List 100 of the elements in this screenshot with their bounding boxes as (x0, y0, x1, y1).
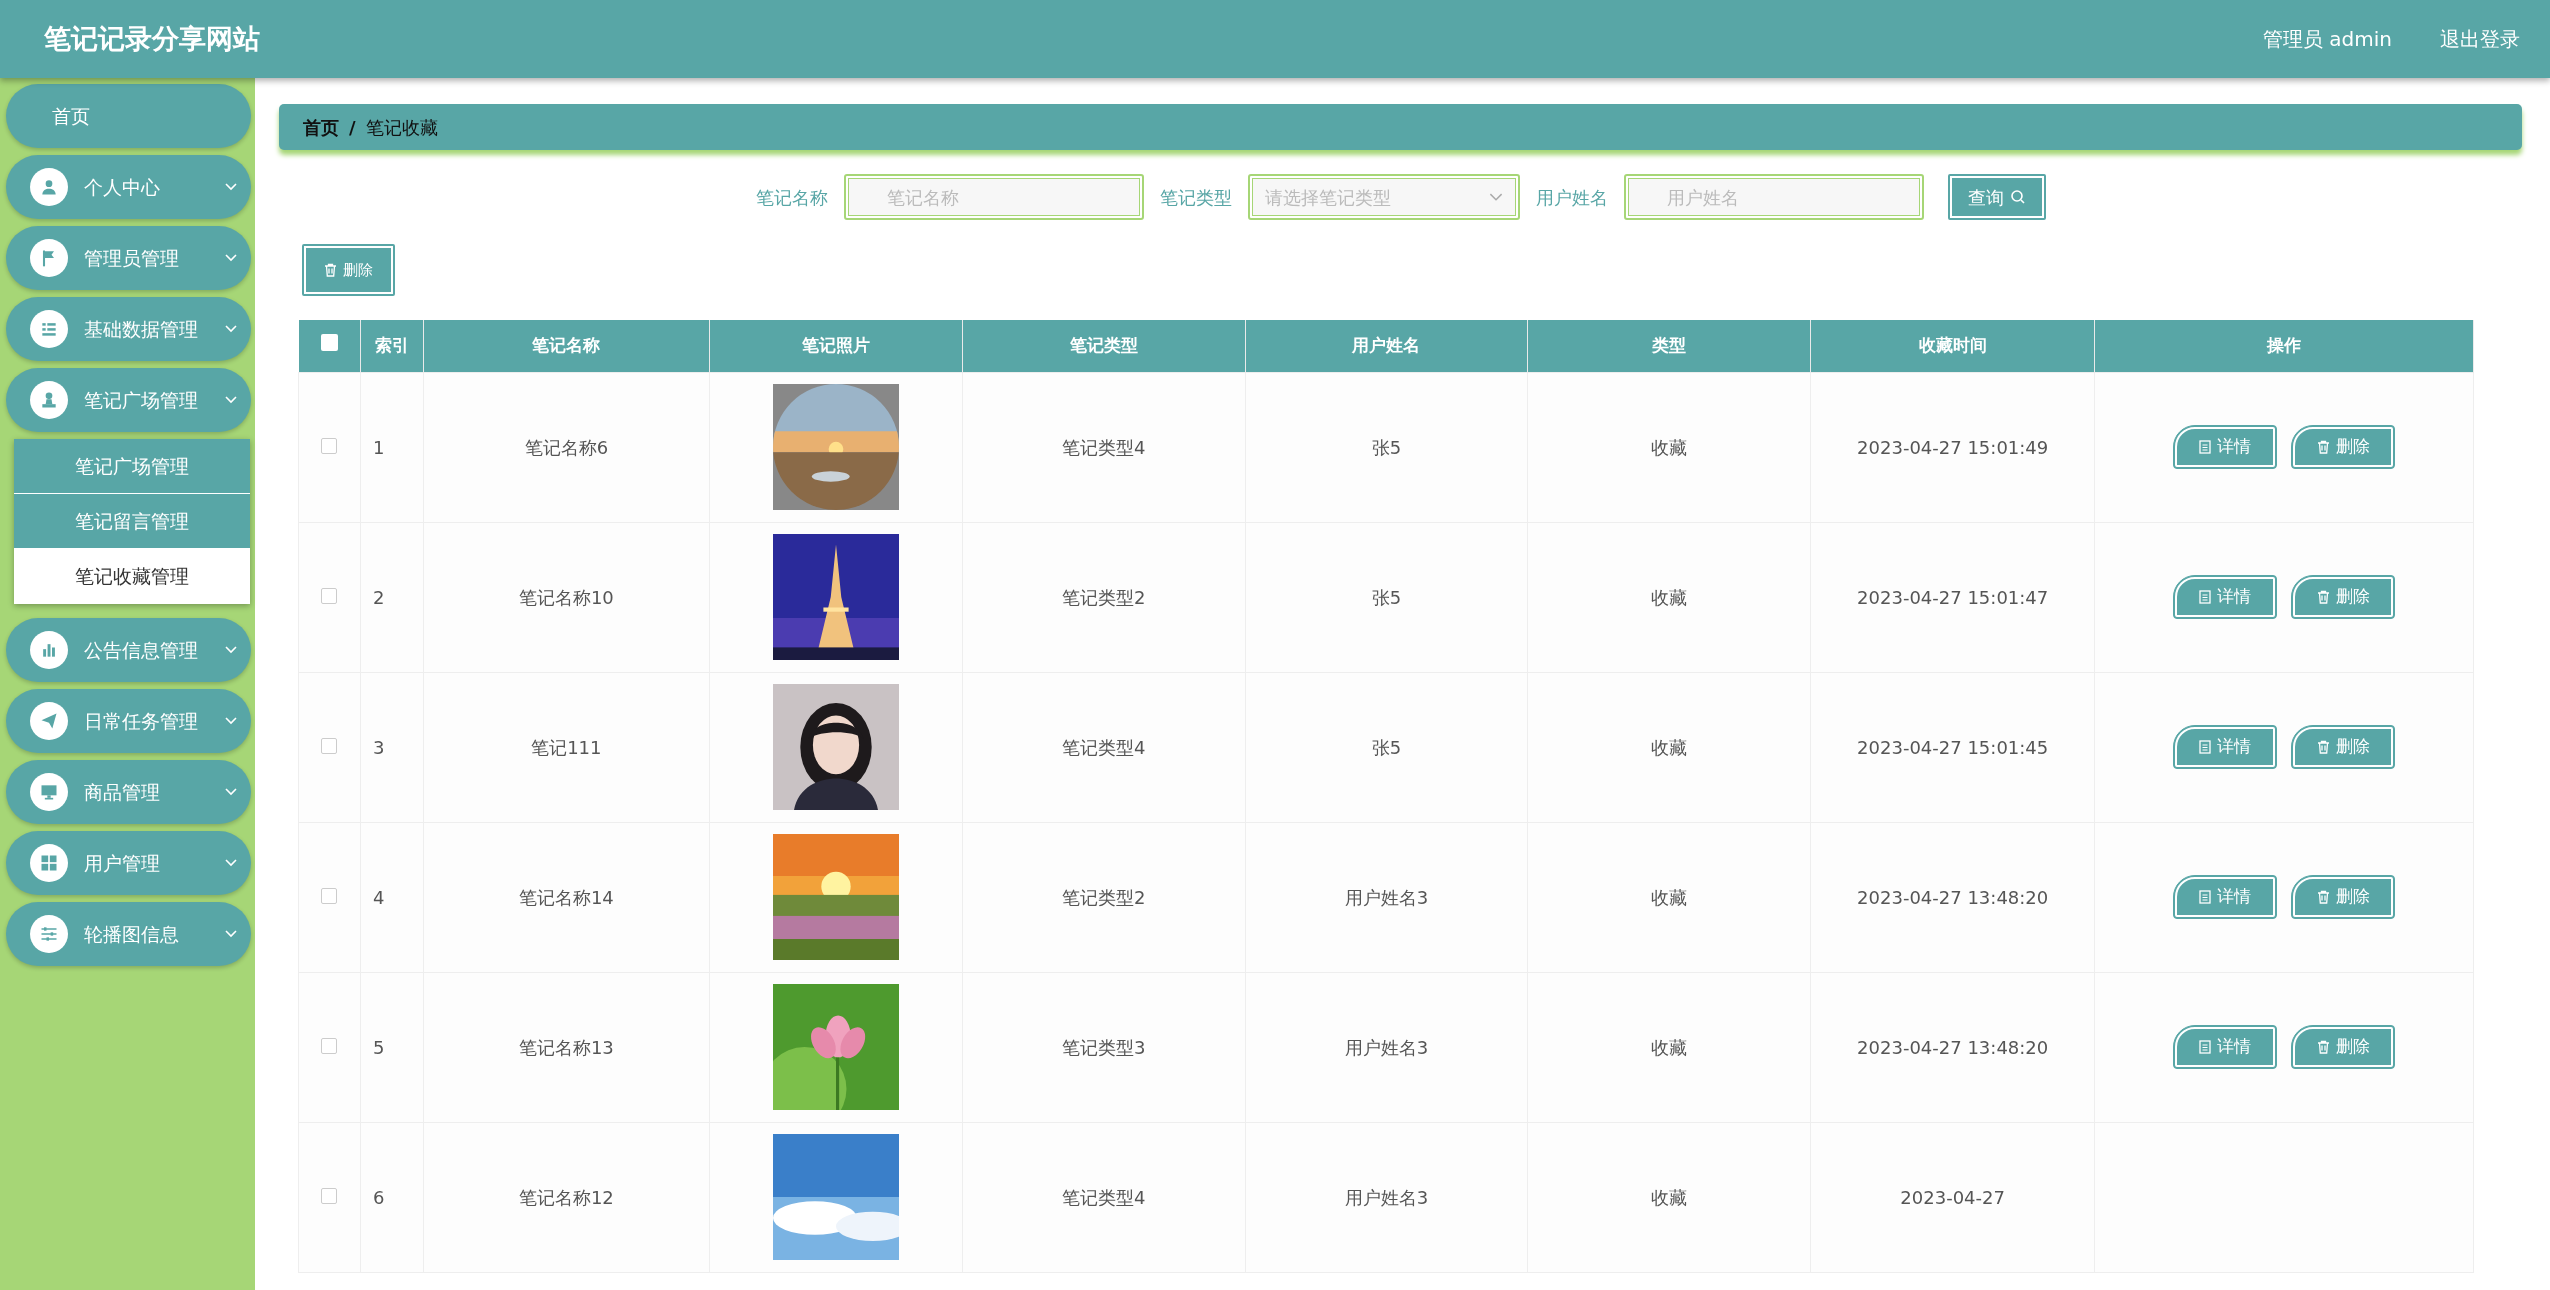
column-header: 笔记类型 (1069, 335, 1138, 355)
sidebar-item[interactable]: 首页 (6, 84, 251, 148)
breadcrumb-link[interactable]: 首页 (303, 113, 339, 141)
sliders-icon (39, 924, 59, 944)
delete-button[interactable]: 删除 (2291, 725, 2396, 769)
table-cell: 笔记名称12 (518, 1186, 614, 1208)
sidebar-item[interactable]: 基础数据管理 (6, 297, 251, 361)
submenu-item[interactable]: 笔记留言管理 (14, 494, 250, 549)
submenu-item[interactable]: 笔记广场管理 (14, 439, 250, 494)
chevron-down-icon (225, 254, 237, 262)
chevron-down-icon (1488, 192, 1503, 202)
table-cell: 2 (372, 586, 385, 608)
field-label: 笔记名称 (755, 185, 828, 210)
details-button[interactable]: 详情 (2173, 875, 2278, 919)
row-checkbox[interactable] (321, 1037, 338, 1054)
submenu-item[interactable]: 笔记收藏管理 (14, 549, 250, 604)
table-cell: 笔记名称6 (524, 436, 609, 458)
sidebar-item[interactable]: 笔记广场管理 (6, 368, 251, 432)
search-icon (2009, 189, 2026, 205)
site-title: 笔记记录分享网站 (44, 21, 260, 56)
breadcrumb-separator: / (349, 115, 356, 140)
search-button[interactable]: 查询 (1947, 174, 2046, 220)
table-cell: 笔记名称13 (518, 1036, 614, 1058)
select-field[interactable]: 请选择笔记类型 (1251, 178, 1516, 216)
user-label: 管理员 admin (2262, 26, 2392, 53)
details-button[interactable]: 详情 (2173, 425, 2278, 469)
table-cell: 4 (372, 886, 385, 908)
trash-icon (2316, 740, 2330, 754)
document-icon (2199, 1040, 2212, 1054)
row-checkbox[interactable] (321, 887, 338, 904)
table-cell: 收藏 (1651, 436, 1688, 458)
column-header: 笔记名称 (532, 335, 601, 355)
sidebar-item[interactable]: 商品管理 (6, 760, 251, 824)
column-header: 类型 (1652, 335, 1687, 355)
row-checkbox[interactable] (321, 737, 338, 754)
table-cell: 笔记名称14 (518, 886, 614, 908)
field-label: 笔记类型 (1159, 185, 1232, 210)
table-cell: 2023-04-27 15:01:49 (1857, 436, 2049, 458)
column-header: 收藏时间 (1918, 335, 1987, 355)
sidebar-item[interactable]: 个人中心 (6, 155, 251, 219)
table-cell: 笔记类型4 (1061, 436, 1146, 458)
table-cell: 2023-04-27 13:48:20 (1857, 1036, 2049, 1058)
chevron-down-icon (225, 788, 237, 796)
table-cell: 张5 (1371, 736, 1402, 758)
input-field[interactable]: 用户姓名 (1623, 174, 1924, 220)
table-cell: 2023-04-27 15:01:47 (1857, 586, 2049, 608)
column-header: 用户姓名 (1352, 335, 1421, 355)
select-all-checkbox[interactable] (320, 334, 338, 351)
table-cell: 笔记类型2 (1061, 586, 1146, 608)
column-header: 索引 (374, 335, 409, 355)
delete-button[interactable]: 删除 (2291, 1025, 2396, 1069)
details-button[interactable]: 详情 (2173, 725, 2278, 769)
details-button[interactable]: 详情 (2173, 575, 2278, 619)
chevron-down-icon (225, 859, 237, 867)
table-cell: 收藏 (1651, 1036, 1688, 1058)
chevron-down-icon (225, 325, 237, 333)
sidebar-item[interactable]: 管理员管理 (6, 226, 251, 290)
delete-button[interactable]: 删除 (2291, 575, 2396, 619)
table-cell: 1 (372, 436, 385, 458)
document-icon (2199, 440, 2212, 454)
table-cell: 收藏 (1651, 886, 1688, 908)
sidebar-item[interactable]: 用户管理 (6, 831, 251, 895)
trash-icon (2316, 890, 2330, 904)
table-cell: 5 (372, 1036, 385, 1058)
chevron-down-icon (225, 183, 237, 191)
row-checkbox[interactable] (321, 1187, 338, 1204)
field-label: 用户姓名 (1535, 185, 1608, 210)
sidebar-item[interactable]: 日常任务管理 (6, 689, 251, 753)
chevron-down-icon (225, 396, 237, 404)
trash-icon (2316, 1040, 2330, 1054)
trash-icon (2316, 590, 2330, 604)
document-icon (2199, 590, 2212, 604)
delete-button[interactable]: 删除 (302, 244, 395, 296)
stamp-icon (39, 390, 59, 410)
input-field[interactable]: 笔记名称 (843, 174, 1144, 220)
breadcrumb-current: 笔记收藏 (365, 115, 438, 140)
table-cell: 张5 (1371, 586, 1402, 608)
table-cell: 笔记类型4 (1061, 736, 1146, 758)
chevron-down-icon (225, 646, 237, 654)
table-cell: 笔记类型3 (1061, 1036, 1146, 1058)
details-button[interactable]: 详情 (2173, 1025, 2278, 1069)
table-cell: 收藏 (1651, 736, 1688, 758)
table-cell: 6 (372, 1186, 385, 1208)
table-cell: 用户姓名3 (1344, 1036, 1429, 1058)
monitor-icon (39, 782, 59, 802)
table-cell: 2023-04-27 13:48:20 (1857, 886, 2049, 908)
table-cell: 用户姓名3 (1344, 1186, 1429, 1208)
sidebar-item[interactable]: 轮播图信息 (6, 902, 251, 966)
logout-link[interactable]: 退出登录 (2440, 24, 2520, 54)
row-checkbox[interactable] (321, 587, 338, 604)
table-cell: 2023-04-27 (1900, 1186, 2005, 1208)
delete-button[interactable]: 删除 (2291, 425, 2396, 469)
chevron-down-icon (225, 717, 237, 725)
column-header: 操作 (2267, 335, 2302, 355)
sidebar-item[interactable]: 公告信息管理 (6, 618, 251, 682)
delete-button[interactable]: 删除 (2291, 875, 2396, 919)
row-checkbox[interactable] (321, 437, 338, 454)
table-cell: 收藏 (1651, 1186, 1688, 1208)
table-cell: 笔记111 (531, 736, 602, 758)
chevron-down-icon (225, 930, 237, 938)
